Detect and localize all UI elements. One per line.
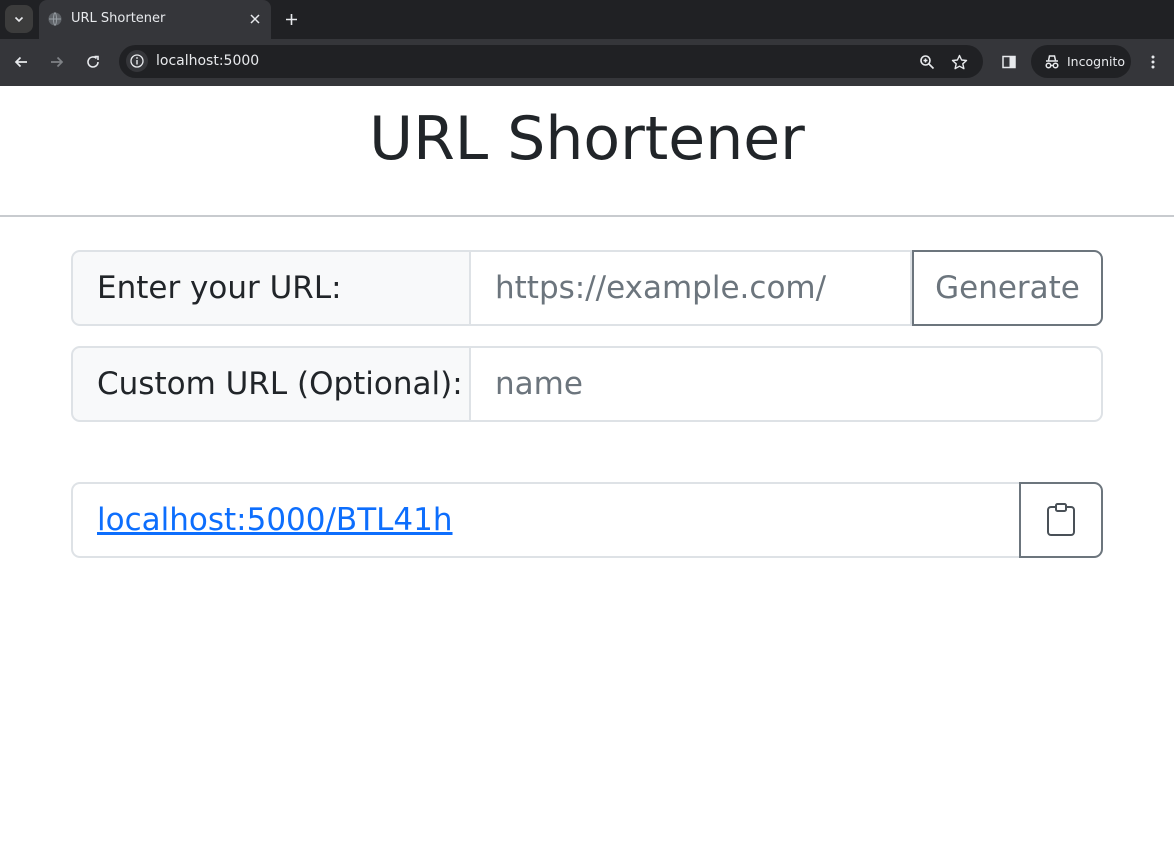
url-input[interactable] [471,250,912,326]
short-url-link[interactable]: localhost:5000/BTL41h [97,502,453,538]
plus-icon [285,13,297,25]
chevron-down-icon [14,16,24,23]
result-group: localhost:5000/BTL41h [71,482,1103,558]
zoom-icon [920,55,935,70]
side-panel-icon [1002,55,1016,69]
tab-search-button[interactable] [5,5,33,33]
copy-button[interactable] [1019,482,1103,558]
new-tab-button[interactable] [280,8,302,30]
custom-label-addon: Custom URL (Optional): [71,346,471,422]
custom-url-group: Custom URL (Optional): [71,346,1103,422]
url-input-group: Enter your URL: Generate [71,250,1103,326]
site-info-button[interactable] [126,50,148,72]
forward-icon [51,56,64,68]
header-divider [0,215,1174,217]
kebab-menu-icon [1151,55,1155,69]
side-panel-button[interactable] [995,48,1023,76]
star-icon [951,54,967,69]
info-icon [130,54,144,68]
generate-button[interactable]: Generate [912,250,1103,326]
clipboard-icon [1047,503,1075,536]
back-icon [14,56,27,68]
back-button[interactable] [7,48,35,76]
browser-menu-button[interactable] [1139,48,1167,76]
zoom-button[interactable] [916,51,938,73]
tab-title: URL Shortener [71,11,166,26]
bookmark-button[interactable] [948,51,970,73]
incognito-label: Incognito [1067,54,1126,69]
reload-icon [87,55,99,68]
close-icon [250,14,260,24]
incognito-indicator[interactable]: Incognito [1031,45,1131,78]
custom-url-label: Custom URL (Optional): [97,366,463,402]
custom-url-input[interactable] [471,346,1103,422]
result-field: localhost:5000/BTL41h [71,482,1021,558]
browser-toolbar: localhost:5000 Incognito [0,39,1174,86]
browser-tab[interactable]: URL Shortener [39,0,271,39]
tab-strip: URL Shortener [0,0,1174,39]
address-bar[interactable]: localhost:5000 [119,45,983,78]
forward-button[interactable] [43,48,71,76]
incognito-icon [1045,55,1059,69]
url-label: Enter your URL: [97,270,342,306]
address-text[interactable]: localhost:5000 [156,53,259,69]
reload-button[interactable] [79,48,107,76]
page-title: URL Shortener [369,104,805,174]
globe-icon [48,12,62,26]
tab-close-button[interactable] [246,10,264,28]
url-label-addon: Enter your URL: [71,250,471,326]
